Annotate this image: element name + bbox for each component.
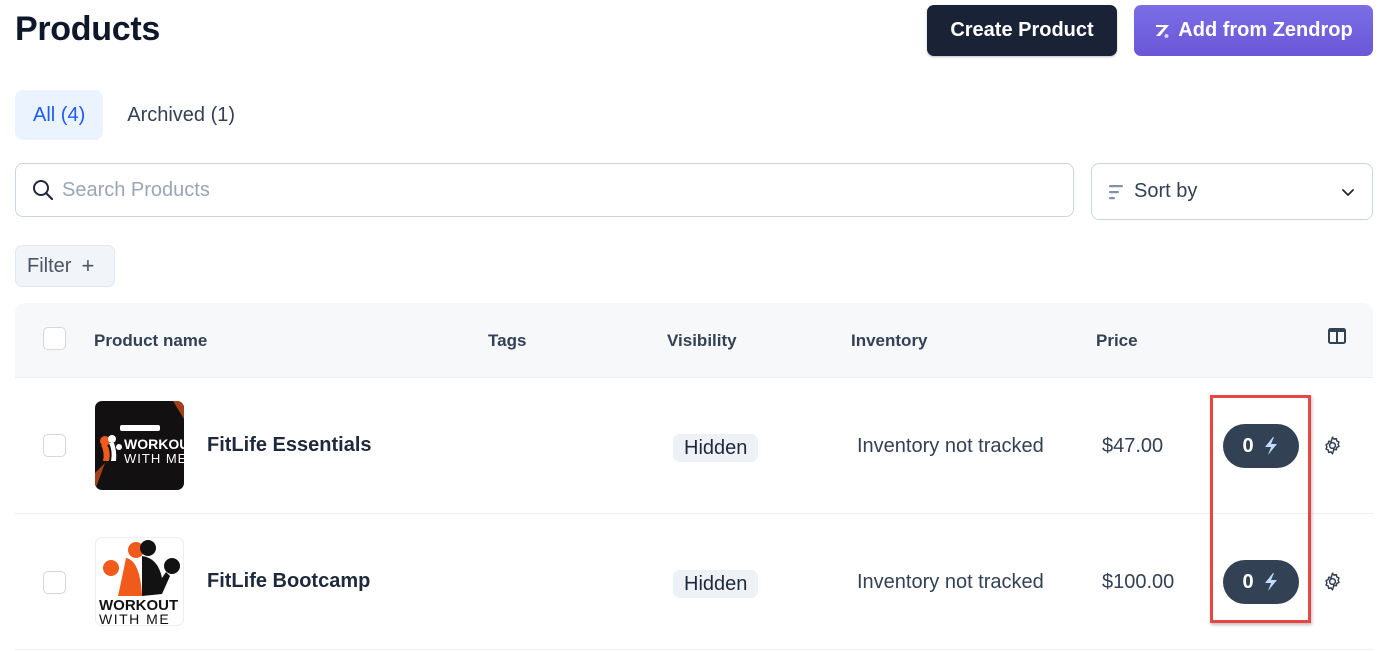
- column-product-name[interactable]: Product name: [94, 331, 207, 351]
- products-page: Products Create Product Add from Zendrop…: [0, 0, 1382, 651]
- product-name[interactable]: FitLife Essentials: [207, 434, 372, 457]
- search-box: [15, 163, 1074, 217]
- thumbnail-line2: WITH ME: [99, 611, 170, 626]
- search-icon: [33, 180, 54, 201]
- inventory-status: Inventory not tracked: [857, 435, 1044, 457]
- product-thumbnail[interactable]: WORKOUT WITH ME: [95, 537, 184, 626]
- product-tabs: All (4) Archived (1): [15, 90, 253, 140]
- sort-lines-icon: [1109, 184, 1123, 199]
- zendrop-logo-icon: [1156, 24, 1170, 38]
- create-product-button[interactable]: Create Product: [927, 5, 1117, 56]
- product-price: $100.00: [1102, 571, 1175, 593]
- tab-all[interactable]: All (4): [15, 90, 104, 140]
- gear-icon[interactable]: [1322, 435, 1343, 456]
- row-checkbox[interactable]: [43, 571, 66, 594]
- product-name[interactable]: FitLife Bootcamp: [207, 570, 370, 593]
- column-tags[interactable]: Tags: [488, 331, 526, 351]
- chevron-down-icon: [1342, 188, 1354, 196]
- sort-label: Sort by: [1134, 180, 1198, 202]
- table-row[interactable]: WORKOUT WITH ME FitLife Essentials Hidde…: [15, 378, 1373, 514]
- page-title: Products: [15, 10, 160, 48]
- add-from-zendrop-label: Add from Zendrop: [1178, 19, 1353, 41]
- boost-count: 0: [1242, 434, 1254, 457]
- thumbnail-line1: WORKOUT: [124, 436, 184, 452]
- column-price[interactable]: Price: [1096, 331, 1138, 351]
- product-price: $47.00: [1102, 435, 1164, 457]
- boost-button[interactable]: 0: [1223, 424, 1299, 468]
- tab-archived[interactable]: Archived (1): [109, 90, 253, 140]
- boost-count: 0: [1242, 570, 1254, 593]
- table-row[interactable]: WORKOUT WITH ME FitLife Bootcamp Hidden …: [15, 514, 1373, 650]
- workout-logo-dark-image: WORKOUT WITH ME: [95, 401, 184, 490]
- search-input[interactable]: [62, 178, 999, 202]
- create-product-label: Create Product: [950, 19, 1094, 41]
- gear-icon[interactable]: [1322, 571, 1343, 592]
- filter-label: Filter: [27, 254, 72, 277]
- visibility-badge: Hidden: [673, 434, 759, 462]
- product-thumbnail[interactable]: WORKOUT WITH ME: [95, 401, 184, 490]
- lightning-bolt-icon: [1264, 437, 1277, 455]
- products-table: Product name Tags Visibility Inventory P…: [15, 303, 1373, 650]
- column-visibility[interactable]: Visibility: [667, 331, 737, 351]
- row-checkbox[interactable]: [43, 434, 66, 457]
- sort-dropdown[interactable]: Sort by: [1091, 163, 1373, 220]
- filter-button[interactable]: Filter +: [15, 245, 115, 287]
- inventory-status: Inventory not tracked: [857, 571, 1044, 593]
- visibility-badge: Hidden: [673, 570, 759, 598]
- boost-button[interactable]: 0: [1223, 560, 1299, 604]
- columns-layout-icon[interactable]: [1328, 328, 1346, 344]
- add-from-zendrop-button[interactable]: Add from Zendrop: [1134, 5, 1373, 56]
- lightning-bolt-icon: [1264, 573, 1277, 591]
- thumbnail-line2: WITH ME: [124, 451, 184, 466]
- workout-logo-light-image: WORKOUT WITH ME: [99, 540, 180, 626]
- plus-icon: +: [81, 253, 95, 278]
- select-all-checkbox[interactable]: [43, 327, 66, 350]
- table-header: Product name Tags Visibility Inventory P…: [15, 303, 1373, 378]
- column-inventory[interactable]: Inventory: [851, 331, 928, 351]
